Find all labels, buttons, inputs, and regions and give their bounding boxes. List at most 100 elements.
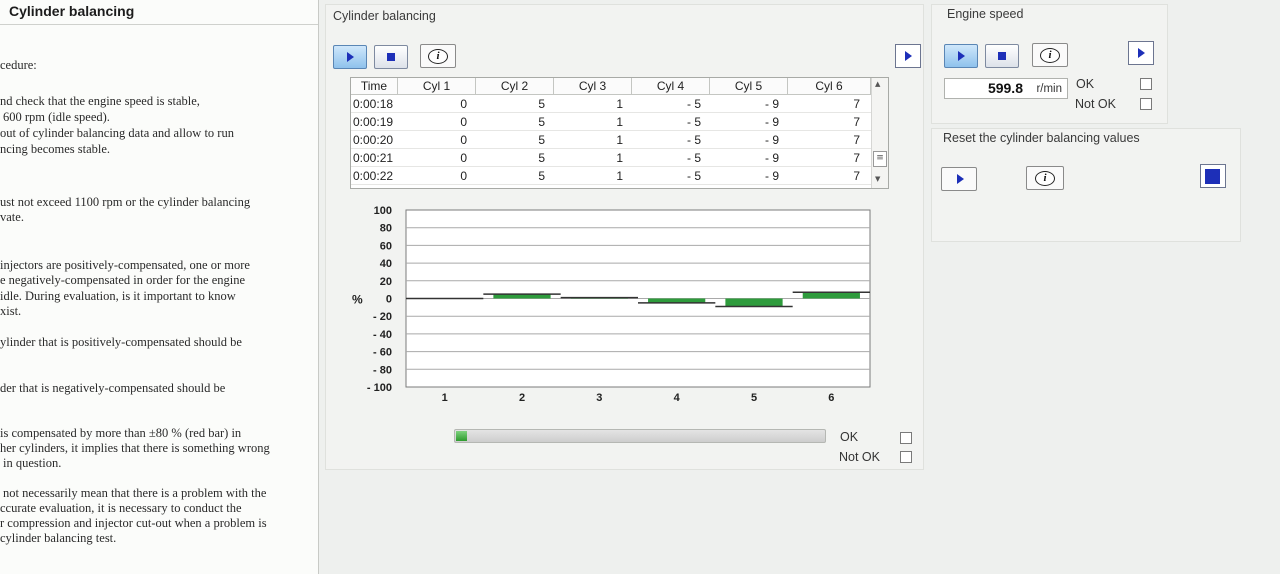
ok-label: OK — [840, 430, 859, 444]
info-icon: i — [1035, 171, 1055, 186]
value-cell: 0 — [460, 169, 467, 183]
procedure-text: out of cylinder balancing data and allow… — [0, 126, 234, 140]
stop-icon — [1205, 169, 1220, 184]
x-tick-label: 5 — [751, 392, 757, 404]
stop-icon — [387, 53, 395, 61]
value-cell: 5 — [538, 97, 545, 111]
procedure-text: not necessarily mean that there is a pro… — [3, 486, 267, 500]
value-cell: 5 — [538, 169, 545, 183]
procedure-text: her cylinders, it implies that there is … — [0, 441, 270, 455]
time-cell: 0:00:18 — [353, 97, 394, 111]
run-toggle-button[interactable] — [895, 44, 921, 68]
reset-play-button[interactable] — [941, 167, 977, 191]
x-tick-label: 2 — [519, 392, 525, 404]
engine-info-button[interactable]: i — [1032, 43, 1068, 67]
table-scrollbar[interactable]: ▲ ≡ ▼ — [871, 78, 888, 188]
value-cell: 7 — [853, 115, 860, 129]
time-cell: 0:00:20 — [353, 133, 394, 147]
scroll-down-icon[interactable]: ▼ — [875, 175, 880, 183]
procedure-text: idle. During evaluation, is it important… — [0, 289, 236, 303]
procedure-text: vate. — [0, 210, 24, 224]
value-cell: 0 — [460, 97, 467, 111]
procedure-text: 600 rpm (idle speed). — [3, 110, 110, 124]
table-row[interactable]: 0:00:19 0 5 1 - 5 - 9 7 — [351, 113, 871, 131]
y-tick-label: - 80 — [373, 364, 392, 376]
column-header: Cyl 3 — [554, 78, 632, 95]
value-cell: 1 — [616, 133, 623, 147]
procedure-panel: Cylinder balancing cedure: nd check that… — [0, 0, 319, 574]
value-cell: - 9 — [764, 151, 779, 165]
table-row[interactable]: 0:00:22 0 5 1 - 5 - 9 7 — [351, 167, 871, 185]
x-tick-label: 4 — [674, 392, 681, 404]
y-tick-label: - 20 — [373, 311, 392, 323]
engine-speed-unit: r/min — [1036, 83, 1062, 95]
reset-info-button[interactable]: i — [1026, 166, 1064, 190]
time-cell: 0:00:22 — [353, 169, 394, 183]
scroll-up-icon[interactable]: ▲ — [875, 80, 880, 88]
play-icon — [347, 52, 354, 62]
y-tick-label: - 100 — [367, 382, 392, 394]
engine-stop-button[interactable] — [985, 44, 1019, 68]
cylinder-data-table[interactable]: Time Cyl 1 Cyl 2 Cyl 3 Cyl 4 Cyl 5 Cyl 6… — [350, 77, 889, 189]
engine-play-button[interactable] — [944, 44, 978, 68]
engine-speed-title: Engine speed — [947, 7, 1024, 21]
y-tick-label: 80 — [380, 223, 392, 235]
procedure-text: injectors are positively-compensated, on… — [0, 258, 250, 272]
reset-stop-button[interactable] — [1200, 164, 1226, 188]
engine-run-toggle-button[interactable] — [1128, 41, 1154, 65]
info-icon: i — [1040, 48, 1060, 63]
engine-ok-checkbox[interactable] — [1140, 78, 1152, 90]
procedure-text: ust not exceed 1100 rpm or the cylinder … — [0, 195, 251, 209]
play-icon — [905, 51, 912, 61]
not-ok-checkbox[interactable] — [900, 451, 912, 463]
engine-speed-readout: 599.8 r/min — [944, 78, 1068, 99]
ok-checkbox[interactable] — [900, 432, 912, 444]
value-cell: - 9 — [764, 115, 779, 129]
cylinder-bar — [725, 298, 783, 307]
play-button[interactable] — [333, 45, 367, 69]
value-cell: 1 — [616, 115, 623, 129]
y-tick-label: 0 — [386, 294, 392, 306]
engine-speed-value: 599.8 — [987, 80, 1023, 96]
column-header: Time — [351, 78, 398, 95]
value-cell: - 9 — [764, 133, 779, 147]
procedure-text: ncing becomes stable. — [0, 142, 111, 156]
value-cell: - 5 — [686, 151, 701, 165]
value-cell: - 5 — [686, 97, 701, 111]
not-ok-label: Not OK — [839, 450, 880, 464]
procedure-text: ylinder that is positively-compensated s… — [0, 335, 242, 349]
play-icon — [957, 174, 964, 184]
column-header: Cyl 6 — [788, 78, 871, 95]
value-cell: 5 — [538, 115, 545, 129]
value-cell: 0 — [460, 115, 467, 129]
y-tick-label: 60 — [380, 240, 392, 252]
value-cell: 7 — [853, 151, 860, 165]
value-cell: - 5 — [686, 115, 701, 129]
table-row[interactable]: 0:00:21 0 5 1 - 5 - 9 7 — [351, 149, 871, 167]
value-cell: - 9 — [764, 97, 779, 111]
play-icon — [1138, 48, 1145, 58]
value-cell: - 9 — [764, 169, 779, 183]
value-cell: 1 — [616, 97, 623, 111]
value-cell: - 5 — [686, 133, 701, 147]
engine-ok-label: OK — [1076, 77, 1095, 91]
table-row[interactable]: 0:00:18 0 5 1 - 5 - 9 7 — [351, 95, 871, 113]
column-header: Cyl 5 — [710, 78, 788, 95]
progress-bar — [454, 429, 826, 443]
procedure-text: nd check that the engine speed is stable… — [0, 94, 200, 108]
value-cell: - 5 — [686, 169, 701, 183]
y-tick-label: 100 — [374, 205, 392, 217]
stop-icon — [998, 52, 1006, 60]
scroll-thumb[interactable]: ≡ — [873, 151, 887, 167]
title-divider — [0, 24, 318, 25]
procedure-title: Cylinder balancing — [9, 3, 135, 19]
procedure-text: xist. — [0, 304, 22, 318]
stop-button[interactable] — [374, 45, 408, 69]
x-tick-label: 3 — [596, 392, 602, 404]
info-button[interactable]: i — [420, 44, 456, 68]
value-cell: 0 — [460, 133, 467, 147]
play-icon — [958, 51, 965, 61]
progress-fill — [456, 431, 467, 441]
engine-not-ok-checkbox[interactable] — [1140, 98, 1152, 110]
table-row[interactable]: 0:00:20 0 5 1 - 5 - 9 7 — [351, 131, 871, 149]
